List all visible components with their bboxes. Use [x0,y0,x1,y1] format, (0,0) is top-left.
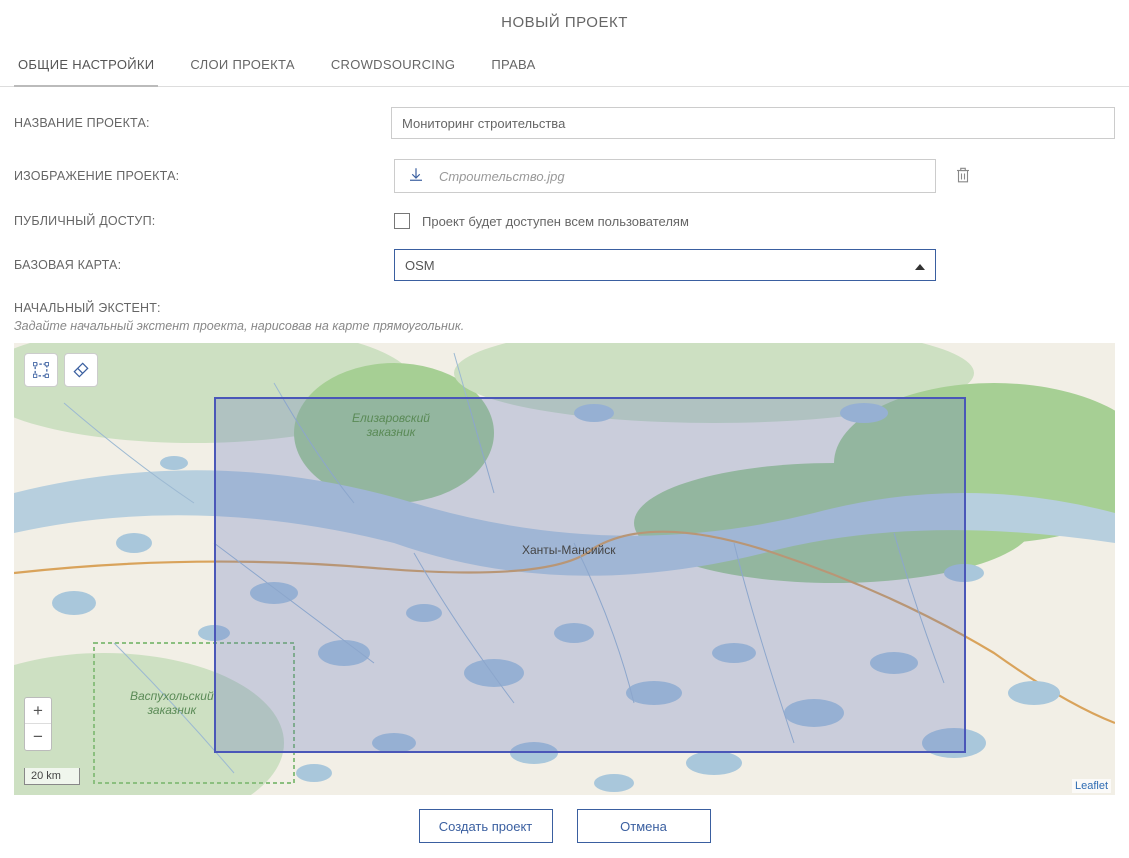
extent-title: НАЧАЛЬНЫЙ ЭКСТЕНТ: [14,301,1115,315]
basemap-value: OSM [405,258,435,273]
project-image-label: ИЗОБРАЖЕНИЕ ПРОЕКТА: [14,169,394,183]
project-name-input[interactable] [391,107,1115,139]
scale-bar: 20 km [24,768,80,785]
map[interactable]: Ханты-Мансийск Елизаровскийзаказник Васп… [14,343,1115,795]
tab-crowdsourcing[interactable]: CROWDSOURCING [327,45,460,86]
footer: Создать проект Отмена [0,795,1129,857]
public-access-checkbox[interactable] [394,213,410,229]
extent-section: НАЧАЛЬНЫЙ ЭКСТЕНТ: Задайте начальный экс… [0,301,1129,333]
chevron-up-icon [915,258,925,273]
map-attribution[interactable]: Leaflet [1072,779,1111,793]
basemap-select[interactable]: OSM [394,249,936,281]
draw-rectangle-tool[interactable] [24,353,58,387]
trash-icon[interactable] [954,165,972,188]
tab-general[interactable]: ОБЩИЕ НАСТРОЙКИ [14,45,158,86]
public-access-text: Проект будет доступен всем пользователям [422,214,689,229]
extent-hint: Задайте начальный экстент проекта, нарис… [14,319,1115,333]
project-image-upload[interactable]: Строительство.jpg [394,159,936,193]
zoom-in-button[interactable]: + [25,698,51,724]
map-reserve1-label: Елизаровскийзаказник [352,411,430,439]
project-image-placeholder: Строительство.jpg [439,169,565,184]
tab-layers[interactable]: СЛОИ ПРОЕКТА [186,45,298,86]
page-title: НОВЫЙ ПРОЕКТ [0,0,1129,45]
map-city-label: Ханты-Мансийск [522,543,616,557]
zoom-controls: + − [24,697,52,751]
rectangle-icon [31,360,51,380]
eraser-icon [71,360,91,380]
map-toolbar [24,353,98,387]
tabs: ОБЩИЕ НАСТРОЙКИ СЛОИ ПРОЕКТА CROWDSOURCI… [0,45,1129,87]
basemap-label: БАЗОВАЯ КАРТА: [14,258,394,272]
download-icon [407,166,425,187]
zoom-out-button[interactable]: − [25,724,51,750]
extent-rectangle[interactable] [214,397,966,753]
erase-tool[interactable] [64,353,98,387]
project-name-label: НАЗВАНИЕ ПРОЕКТА: [14,116,391,130]
create-project-button[interactable]: Создать проект [419,809,553,843]
cancel-button[interactable]: Отмена [577,809,711,843]
public-access-label: ПУБЛИЧНЫЙ ДОСТУП: [14,214,394,228]
map-reserve2-label: Васпухольскийзаказник [130,689,214,717]
tab-rights[interactable]: ПРАВА [487,45,539,86]
form-general: НАЗВАНИЕ ПРОЕКТА: ИЗОБРАЖЕНИЕ ПРОЕКТА: С… [0,87,1129,281]
